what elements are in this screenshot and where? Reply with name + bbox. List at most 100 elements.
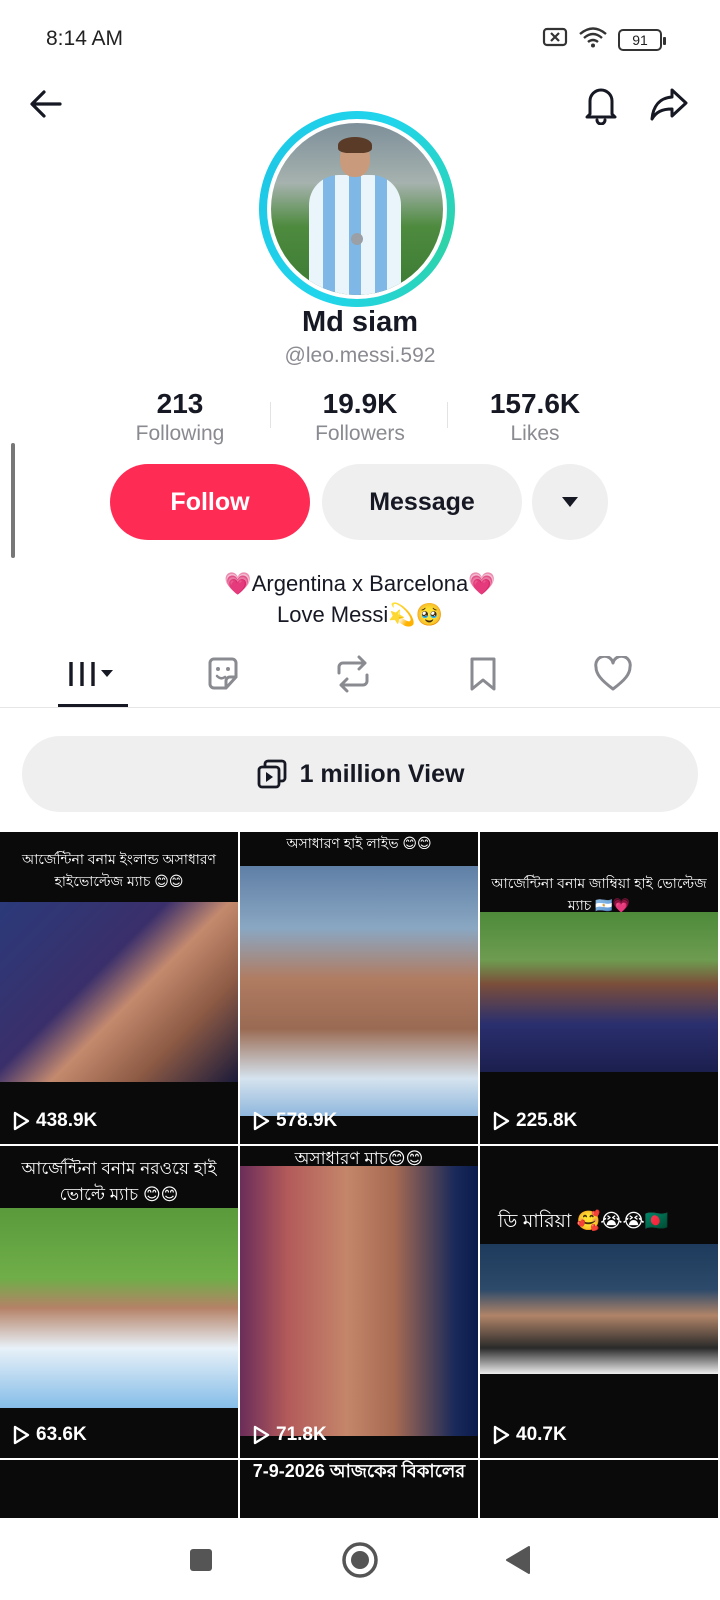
followers-label: Followers	[315, 422, 405, 445]
view-count-text: 71.8K	[276, 1424, 327, 1445]
view-count-text: 63.6K	[36, 1424, 87, 1445]
view-count-text: 225.8K	[516, 1110, 578, 1131]
circle-home-icon	[342, 1542, 378, 1578]
play-icon	[253, 1425, 270, 1445]
profile-actions: Follow Message	[0, 464, 720, 540]
home-button[interactable]	[338, 1538, 382, 1582]
play-icon	[493, 1111, 510, 1131]
tab-liked[interactable]	[568, 642, 658, 706]
display-name: Md siam	[301, 306, 419, 338]
share-button[interactable]	[645, 80, 693, 128]
video-thumbnail	[0, 1208, 238, 1408]
play-icon	[253, 1111, 270, 1131]
following-label: Following	[135, 422, 225, 445]
recents-button[interactable]	[179, 1538, 223, 1582]
view-count: 71.8K	[252, 1424, 327, 1446]
bio: 💗Argentina x Barcelona💗 Love Messi💫🥹	[0, 568, 720, 630]
stat-divider	[270, 402, 271, 428]
system-back-button[interactable]	[496, 1538, 540, 1582]
followers-count: 19.9K	[322, 388, 398, 419]
playlist-icon	[257, 759, 286, 789]
status-bar: 8:14 AM 91	[0, 0, 720, 80]
video-caption: আর্জেন্টিনা বনাম জাম্বিয়া হাই ভোল্টেজ ম…	[491, 875, 707, 913]
bio-line: Love Messi💫🥹	[276, 602, 444, 627]
video-caption: ডি মারিয়া 🥰😭😭🇧🇩	[498, 1211, 669, 1232]
heart-icon	[594, 656, 632, 691]
video-thumbnail	[480, 1244, 718, 1374]
caret-down-icon	[562, 497, 578, 507]
playlist-button[interactable]: 1 million View	[22, 736, 698, 812]
play-icon	[13, 1425, 30, 1445]
view-count: 438.9K	[12, 1110, 97, 1132]
video-thumbnail	[0, 902, 238, 1082]
stat-divider	[447, 402, 448, 428]
repost-icon	[337, 655, 369, 693]
video-tile[interactable]: 7-9-2026 আজকের বিকালের	[240, 1460, 478, 1520]
video-caption: 7-9-2026 আজকের বিকালের	[252, 1461, 466, 1481]
view-count-text: 578.9K	[276, 1110, 338, 1131]
bell-icon	[585, 88, 617, 125]
avatar-photo	[271, 123, 443, 295]
avatar-hair	[338, 137, 372, 153]
sim-off-icon	[542, 26, 568, 53]
tab-videos[interactable]	[48, 642, 138, 706]
view-count-text: 40.7K	[516, 1424, 567, 1445]
view-count: 225.8K	[492, 1110, 577, 1132]
system-nav-bar	[0, 1518, 720, 1600]
tab-reposts[interactable]	[308, 642, 398, 706]
followers-stat[interactable]: 19.9K Followers	[280, 388, 440, 446]
video-caption: আর্জেন্টিনা বনাম ইংলান্ড অসাধারণ হাইভোল্…	[21, 851, 217, 889]
wifi-icon	[578, 26, 608, 53]
battery-icon: 91	[618, 28, 666, 51]
status-time: 8:14 AM	[46, 27, 124, 50]
bio-line: 💗Argentina x Barcelona💗	[224, 571, 496, 596]
status-icons: 91	[542, 26, 666, 53]
video-tile[interactable]: আর্জেন্টিনা বনাম জাম্বিয়া হাই ভোল্টেজ ম…	[480, 832, 718, 1144]
notifications-button[interactable]	[577, 80, 625, 128]
view-count-text: 438.9K	[36, 1110, 98, 1131]
avatar-frame	[267, 119, 447, 299]
likes-label: Likes	[510, 422, 560, 445]
sticker-icon	[208, 657, 238, 690]
share-arrow-icon	[650, 88, 688, 121]
video-tile[interactable]: অসাধারণ মাচ😊😊 71.8K	[240, 1146, 478, 1458]
likes-count: 157.6K	[489, 388, 581, 419]
video-tile[interactable]: ডি মারিয়া 🥰😭😭🇧🇩 40.7K	[480, 1146, 718, 1458]
view-count: 63.6K	[12, 1424, 87, 1446]
likes-stat[interactable]: 157.6K Likes	[455, 388, 615, 446]
view-count: 40.7K	[492, 1424, 567, 1446]
triangle-back-icon	[506, 1546, 530, 1574]
play-icon	[493, 1425, 510, 1445]
video-tile[interactable]: অসাধারণ হাই লাইভ 😊😊 578.9K	[240, 832, 478, 1144]
active-tab-indicator	[58, 704, 128, 707]
back-arrow-icon	[30, 90, 62, 118]
video-grid: আর্জেন্টিনা বনাম ইংলান্ড অসাধারণ হাইভোল্…	[0, 832, 720, 1520]
avatar-medal	[351, 233, 363, 245]
video-tile[interactable]: আর্জেন্টিনা বনাম ইংলান্ড অসাধারণ হাইভোল্…	[0, 832, 238, 1144]
square-icon	[190, 1549, 212, 1571]
username-handle: @leo.messi.592	[284, 344, 436, 367]
video-tile[interactable]	[0, 1460, 238, 1520]
bookmark-icon	[470, 657, 496, 691]
avatar[interactable]	[259, 111, 455, 307]
playlist-label: 1 million View	[299, 759, 465, 788]
tab-stickers[interactable]	[178, 642, 268, 706]
message-button[interactable]: Message	[322, 464, 522, 540]
follow-button[interactable]: Follow	[110, 464, 310, 540]
video-thumbnail	[480, 912, 718, 1072]
tab-favorites[interactable]	[438, 642, 528, 706]
following-stat[interactable]: 213 Following	[100, 388, 260, 446]
grid-sort-icon	[69, 662, 113, 686]
content-tabs	[0, 642, 720, 708]
suggested-accounts-button[interactable]	[532, 464, 608, 540]
video-tile[interactable]: আর্জেন্টিনা বনাম নরওয়ে হাই ভোল্টে ম্যাচ…	[0, 1146, 238, 1458]
video-thumbnail	[240, 866, 478, 1116]
profile-stats: 213 Following 19.9K Followers 157.6K Lik…	[0, 388, 720, 448]
back-button[interactable]	[22, 80, 70, 128]
video-caption: অসাধারণ হাই লাইভ 😊😊	[286, 835, 432, 851]
video-tile[interactable]	[480, 1460, 718, 1520]
following-count: 213	[156, 388, 204, 419]
video-caption: আর্জেন্টিনা বনাম নরওয়ে হাই ভোল্টে ম্যাচ…	[21, 1159, 217, 1204]
play-icon	[13, 1111, 30, 1131]
video-caption: অসাধারণ মাচ😊😊	[294, 1149, 424, 1168]
